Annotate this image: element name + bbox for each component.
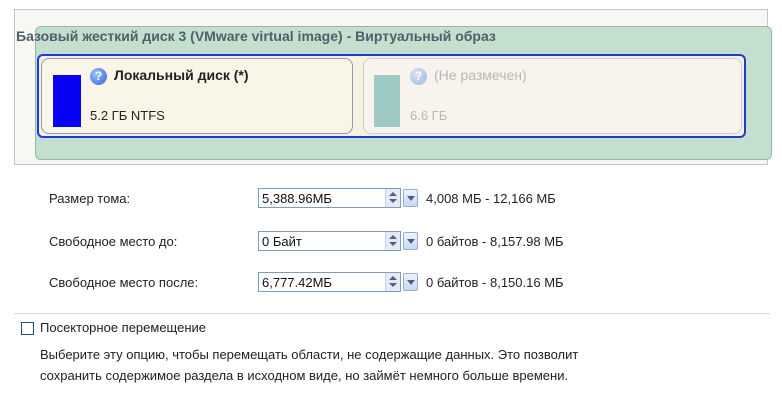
volume-size-label: Размер тома: [49,191,131,206]
free-after-field[interactable] [258,272,401,292]
chevron-down-icon[interactable] [403,273,418,291]
sector-move-description-line1: Выберите эту опцию, чтобы перемещать обл… [40,347,579,362]
sector-move-description-line2: сохранить содержимое раздела в исходном … [40,368,569,383]
free-before-field[interactable] [258,231,401,251]
partition-color-swatch [53,75,81,127]
volume-size-input[interactable] [259,189,393,207]
volume-size-range: 4,008 МБ - 12,166 МБ [426,191,556,206]
sector-move-checkbox[interactable] [21,322,34,335]
partition-name: Локальный диск (*) [114,67,249,83]
partition-unallocated[interactable]: ? (Не размечен) 6.6 ГБ [363,58,742,134]
chevron-down-icon[interactable] [403,189,418,207]
help-icon[interactable]: ? [410,68,427,85]
divider [14,313,770,314]
chevron-down-icon[interactable] [403,232,418,250]
partition-name: (Не размечен) [434,67,527,83]
help-icon[interactable]: ? [90,68,107,85]
spinner-icon[interactable] [385,189,400,207]
spinner-icon[interactable] [385,273,400,291]
partition-color-swatch [374,75,400,127]
volume-size-field[interactable] [258,188,401,208]
disk-title: Базовый жесткий диск 3 (VMware virtual i… [16,28,496,44]
free-after-range: 0 байтов - 8,150.16 МБ [426,275,564,290]
disk-partitions: ? Локальный диск (*) 5.2 ГБ NTFS ? (Не р… [37,54,746,138]
spinner-icon[interactable] [385,232,400,250]
sector-move-label[interactable]: Посекторное перемещение [40,320,206,335]
free-after-label: Свободное место после: [49,275,199,290]
free-after-input[interactable] [259,273,393,291]
free-before-range: 0 байтов - 8,157.98 МБ [426,234,564,249]
partition-info: 5.2 ГБ NTFS [90,108,165,123]
partition-info: 6.6 ГБ [410,108,448,123]
resize-partition-page: Базовый жесткий диск 3 (VMware virtual i… [0,0,782,403]
free-before-input[interactable] [259,232,393,250]
partition-local[interactable]: ? Локальный диск (*) 5.2 ГБ NTFS [41,58,353,134]
free-before-label: Свободное место до: [49,234,178,249]
